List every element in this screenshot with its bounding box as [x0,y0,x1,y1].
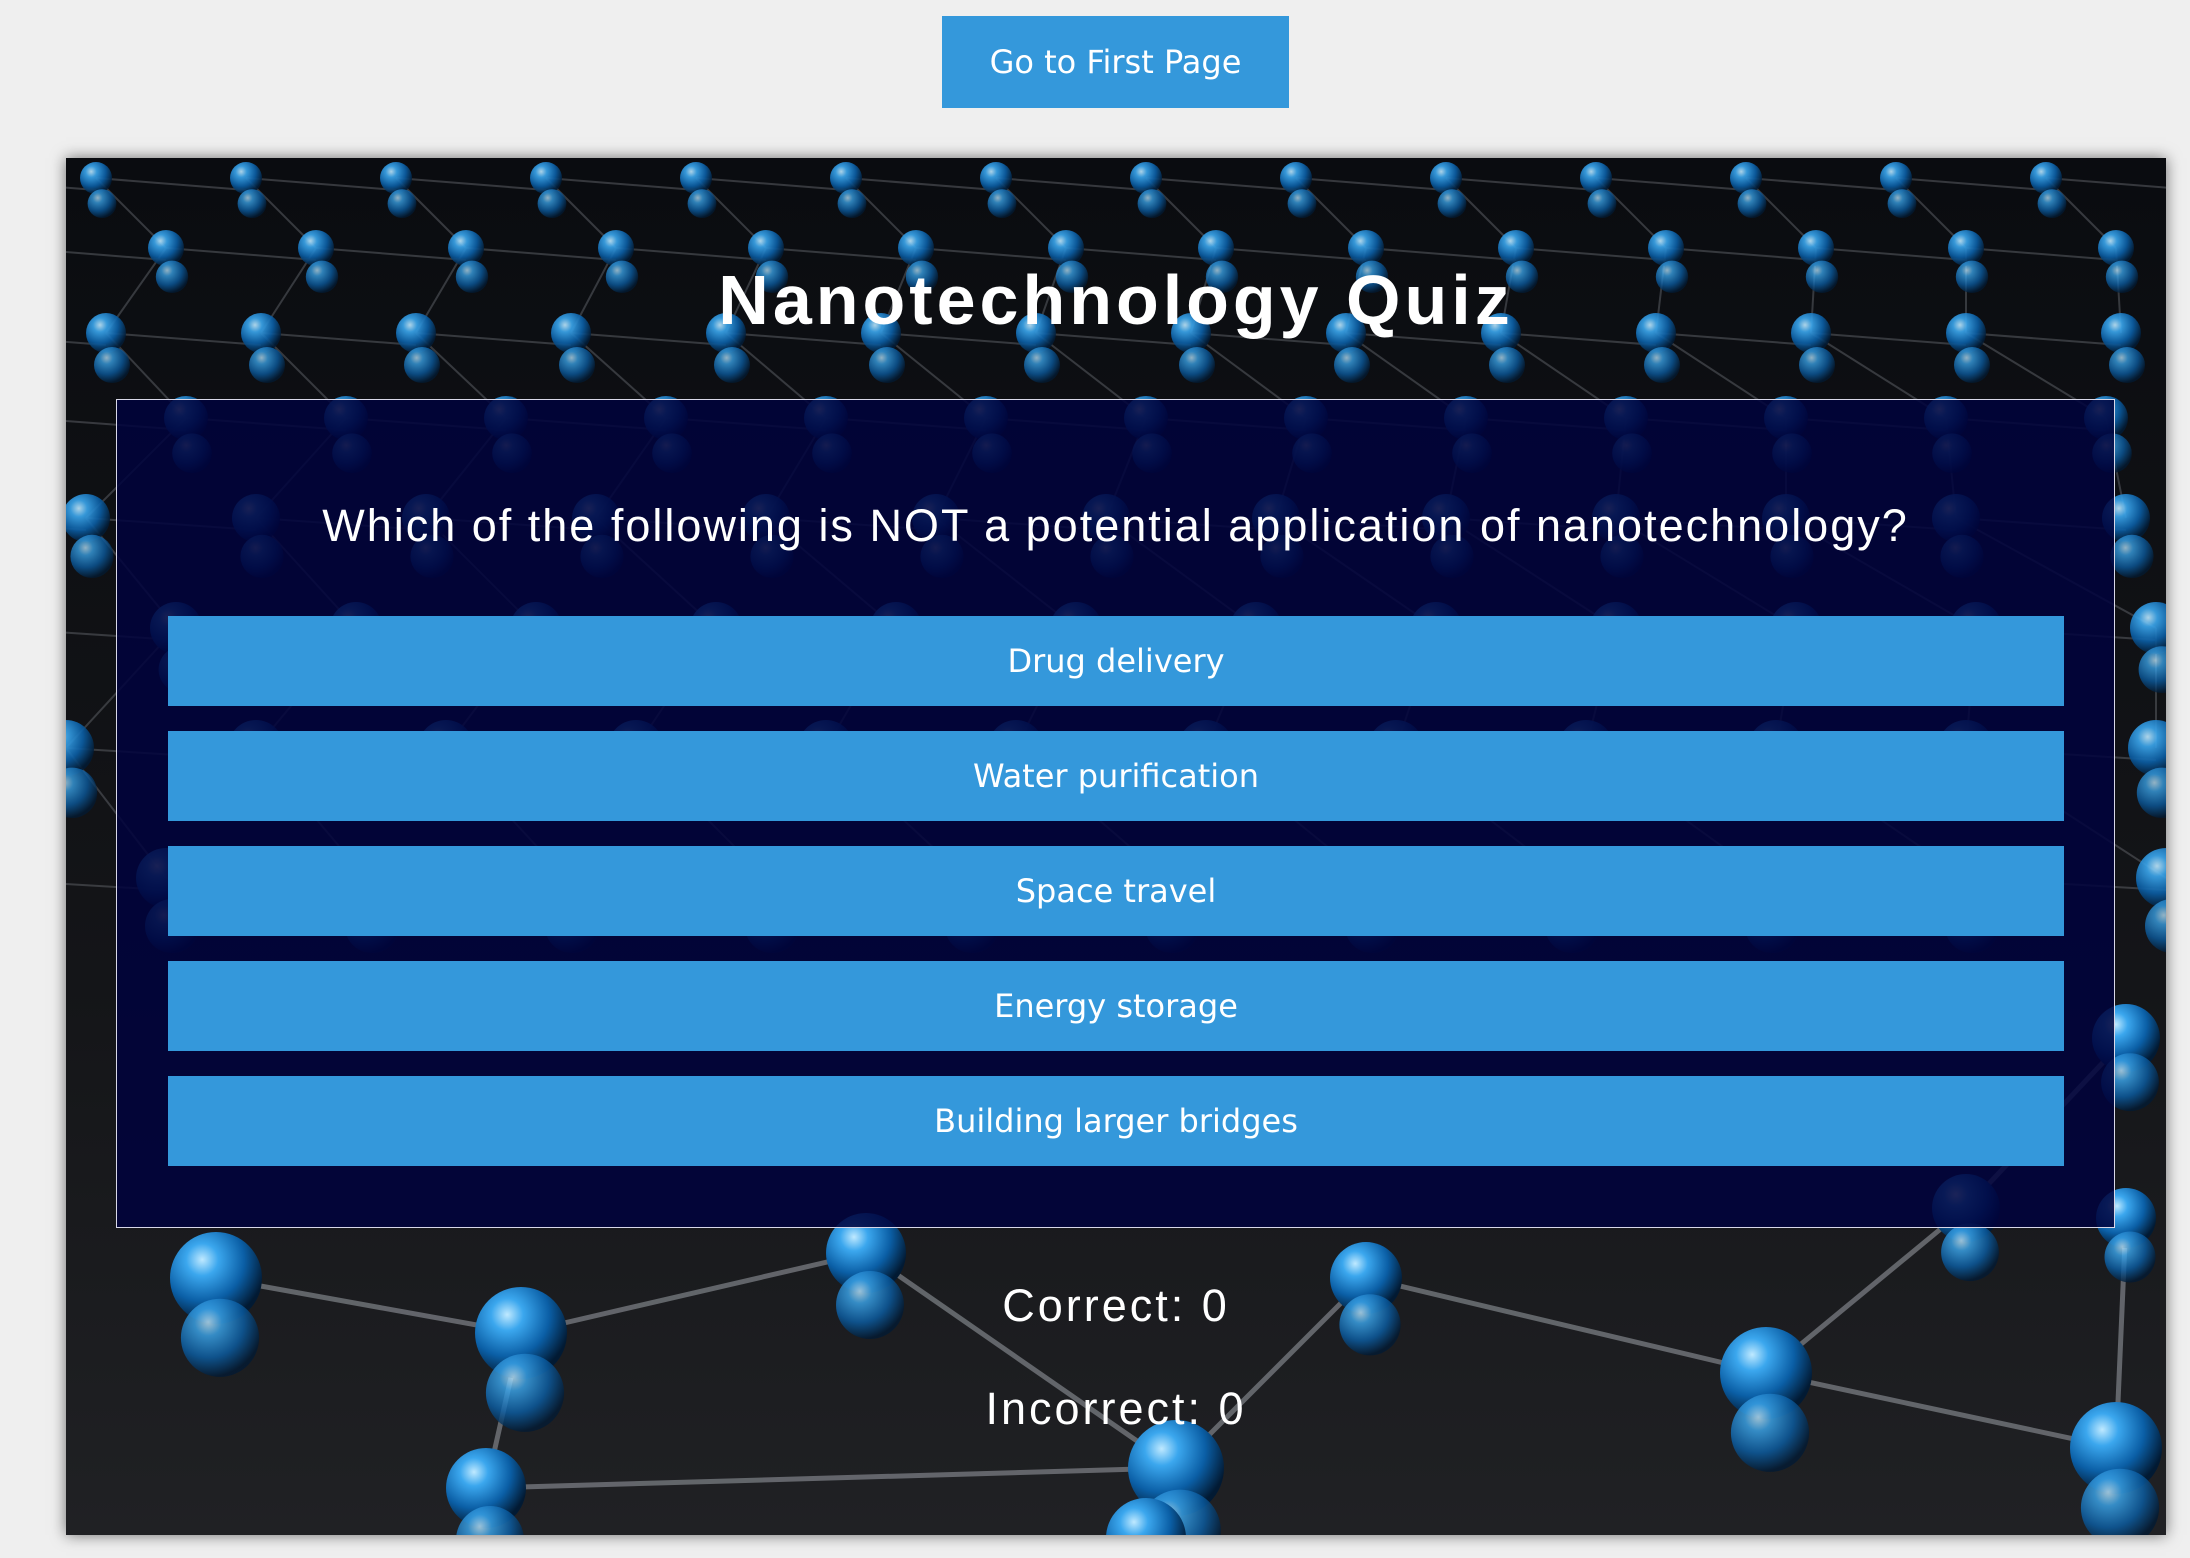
correct-score: Correct: 0 [1002,1280,1230,1331]
answer-option-building-larger-bridges[interactable]: Building larger bridges [168,1076,2064,1166]
question-text: Which of the following is NOT a potentia… [322,500,1909,551]
answer-option-water-purification[interactable]: Water purification [168,731,2064,821]
question-panel: Which of the following is NOT a potentia… [116,399,2115,1228]
answer-list: Drug delivery Water purification Space t… [168,616,2064,1191]
top-bar: Go to First Page [0,0,2190,160]
quiz-title: Nanotechnology Quiz [718,261,1514,339]
incorrect-score: Incorrect: 0 [985,1383,1247,1434]
go-to-first-page-button[interactable]: Go to First Page [942,16,1289,108]
quiz-card: Nanotechnology Quiz Which of the followi… [66,158,2166,1535]
answer-option-drug-delivery[interactable]: Drug delivery [168,616,2064,706]
answer-option-energy-storage[interactable]: Energy storage [168,961,2064,1051]
answer-option-space-travel[interactable]: Space travel [168,846,2064,936]
